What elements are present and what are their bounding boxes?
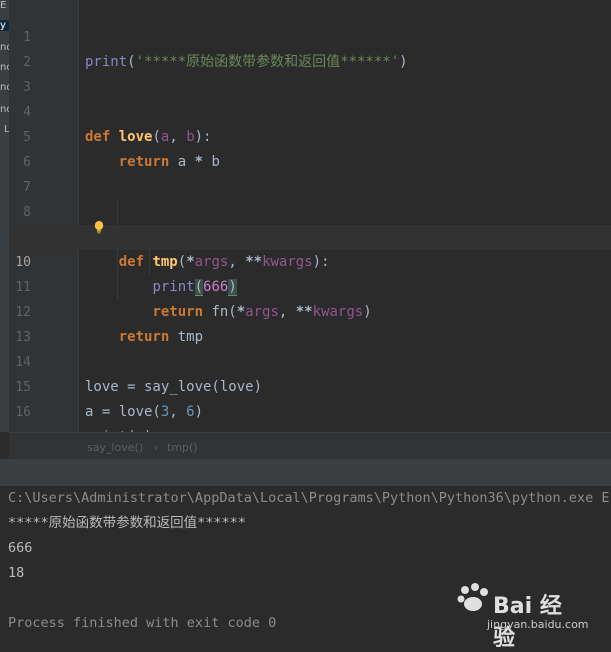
console-output-line: 666 — [8, 540, 33, 556]
run-panel-toolbar — [0, 459, 611, 487]
code-editor[interactable]: 1 print('*****原始函数带参数和返回值******') 2 3 4 … — [9, 0, 611, 445]
breadcrumb-separator: › — [154, 441, 159, 454]
line-code: a = love(3, 6) — [85, 404, 204, 420]
code-line-15[interactable]: 15 a = love(3, 6) — [9, 350, 611, 420]
project-fragment[interactable]: E — [0, 0, 6, 11]
code-line-16[interactable]: 16 print(a) — [9, 375, 611, 445]
console-output-line: 18 — [8, 565, 25, 581]
console-output-line: *****原始函数带参数和返回值****** — [8, 515, 246, 531]
code-line-6[interactable]: 6 — [9, 125, 611, 170]
watermark-url: jingyan.baidu.com — [487, 618, 589, 631]
baidu-watermark: Bai 经验 jingyan.baidu.com — [453, 574, 589, 651]
code-line-7[interactable]: 7 — [9, 150, 611, 195]
code-line-1[interactable]: 1 print('*****原始函数带参数和返回值******') — [9, 0, 611, 70]
breadcrumb-item-tmp[interactable]: tmp() — [167, 441, 198, 454]
code-line-14[interactable]: 14 love = say_love(love) — [9, 325, 611, 395]
code-line-13[interactable]: 13 — [9, 300, 611, 345]
line-number: 16 — [15, 405, 31, 420]
breadcrumb-item-say-love[interactable]: say_love() — [87, 441, 143, 454]
console-exit-line: Process finished with exit code 0 — [8, 615, 277, 631]
project-fragment-selected[interactable]: y — [0, 20, 9, 31]
code-line-3[interactable]: 3 — [9, 50, 611, 95]
code-line-11[interactable]: 11 return fn(*args, **kwargs) — [9, 250, 611, 320]
paw-icon — [457, 583, 488, 611]
lightbulb-intention-icon[interactable] — [91, 219, 107, 235]
code-line-8[interactable]: 8 def say_love(fn): — [9, 175, 611, 245]
code-line-12[interactable]: 12 return tmp — [9, 275, 611, 345]
code-line-5[interactable]: 5 return a * b — [9, 100, 611, 170]
breadcrumb: say_love() › tmp() — [9, 432, 611, 460]
run-console[interactable]: C:\Users\Administrator\AppData\Local\Pro… — [0, 486, 611, 651]
console-command-line: C:\Users\Administrator\AppData\Local\Pro… — [8, 490, 611, 506]
code-line-4[interactable]: 4 def love(a, b): — [9, 75, 611, 145]
code-line-2[interactable]: 2 — [9, 25, 611, 70]
